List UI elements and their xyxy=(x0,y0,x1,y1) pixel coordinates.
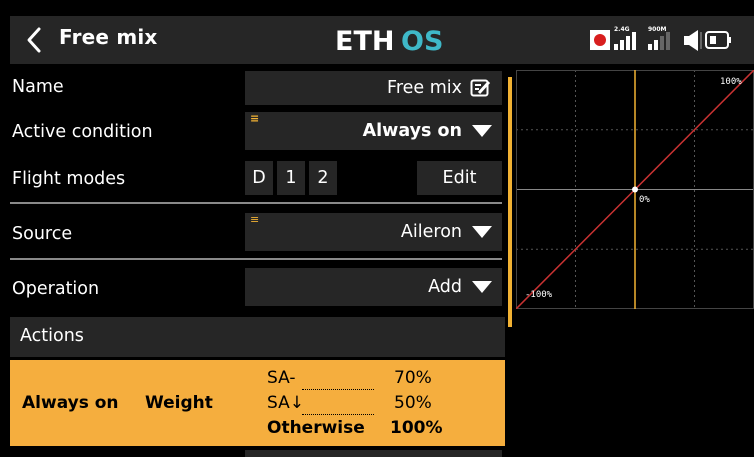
name-label: Name xyxy=(12,77,64,97)
rx-signal-icon: 2.4G xyxy=(614,26,636,50)
telemetry-signal-icon: 900M xyxy=(648,26,670,50)
dropdown-caret-icon xyxy=(472,125,492,137)
label-bottom-left: -100% xyxy=(525,290,553,300)
section-divider xyxy=(10,258,502,260)
name-value: Free mix xyxy=(387,78,462,98)
ethos-logo: ETH OS xyxy=(335,24,453,57)
active-condition-label: Active condition xyxy=(12,122,153,142)
action-condition: Always on xyxy=(22,393,119,413)
name-field[interactable]: Free mix xyxy=(245,71,502,105)
operation-label: Operation xyxy=(12,279,100,299)
active-condition-value: Always on xyxy=(362,121,462,141)
dropdown-caret-icon xyxy=(472,226,492,238)
battery-icon xyxy=(705,31,731,49)
action-switch: SA- xyxy=(267,368,296,388)
flight-mode-2[interactable]: 2 xyxy=(309,161,337,195)
actions-title: Actions xyxy=(20,326,84,346)
action-type: Weight xyxy=(145,393,213,413)
telemetry-band-label: 900M xyxy=(648,26,667,33)
edit-icon xyxy=(470,79,491,97)
chevron-left-icon xyxy=(27,27,41,53)
action-value: 70% xyxy=(394,368,432,388)
rx-band-label: 2.4G xyxy=(614,26,630,33)
logo-text-eth: ETH xyxy=(335,26,394,56)
leader-dots xyxy=(302,389,374,390)
action-switch: SA↓ xyxy=(267,393,304,413)
assign-marker-icon: ≡ xyxy=(250,213,260,226)
source-label: Source xyxy=(12,224,73,244)
flight-mode-1[interactable]: 1 xyxy=(277,161,305,195)
active-condition-dropdown[interactable]: ≡ Always on xyxy=(245,112,502,150)
header-bar: Free mix ETH OS 2.4G 900M xyxy=(10,16,754,64)
label-top-right: 100% xyxy=(720,77,742,87)
page-title: Free mix xyxy=(59,25,158,49)
source-value: Aileron xyxy=(400,222,462,242)
record-icon xyxy=(590,30,610,50)
label-center: 0% xyxy=(639,195,650,205)
operation-value: Add xyxy=(428,277,462,297)
next-row-edge xyxy=(245,450,502,457)
flight-modes-label: Flight modes xyxy=(12,169,126,189)
source-dropdown[interactable]: ≡ Aileron xyxy=(245,213,502,251)
flight-modes-edit-button[interactable]: Edit xyxy=(417,161,502,195)
status-icons: 2.4G 900M xyxy=(588,24,748,56)
action-value: 50% xyxy=(394,393,432,413)
logo-text-os: OS xyxy=(401,26,443,56)
current-point-marker xyxy=(632,186,638,193)
assign-marker-icon: ≡ xyxy=(250,112,260,125)
flight-mode-d[interactable]: D xyxy=(245,161,273,195)
curve-chart: 100% 0% -100% xyxy=(516,70,754,309)
scrollbar[interactable] xyxy=(508,77,512,327)
operation-dropdown[interactable]: Add xyxy=(245,268,502,306)
actions-header: Actions xyxy=(10,317,505,357)
section-divider xyxy=(10,202,502,204)
action-row[interactable]: Always on Weight SA- 70% SA↓ 50% Otherwi… xyxy=(10,360,505,446)
mix-curve-graph: 100% 0% -100% xyxy=(516,70,754,309)
speaker-icon xyxy=(684,30,702,51)
back-button[interactable] xyxy=(14,22,54,58)
action-switch-otherwise: Otherwise xyxy=(267,418,365,438)
ethos-screen: Free mix ETH OS 2.4G 900M Name Free mix … xyxy=(0,0,754,457)
leader-dots xyxy=(302,414,374,415)
action-value-otherwise: 100% xyxy=(390,418,443,438)
dropdown-caret-icon xyxy=(472,281,492,293)
